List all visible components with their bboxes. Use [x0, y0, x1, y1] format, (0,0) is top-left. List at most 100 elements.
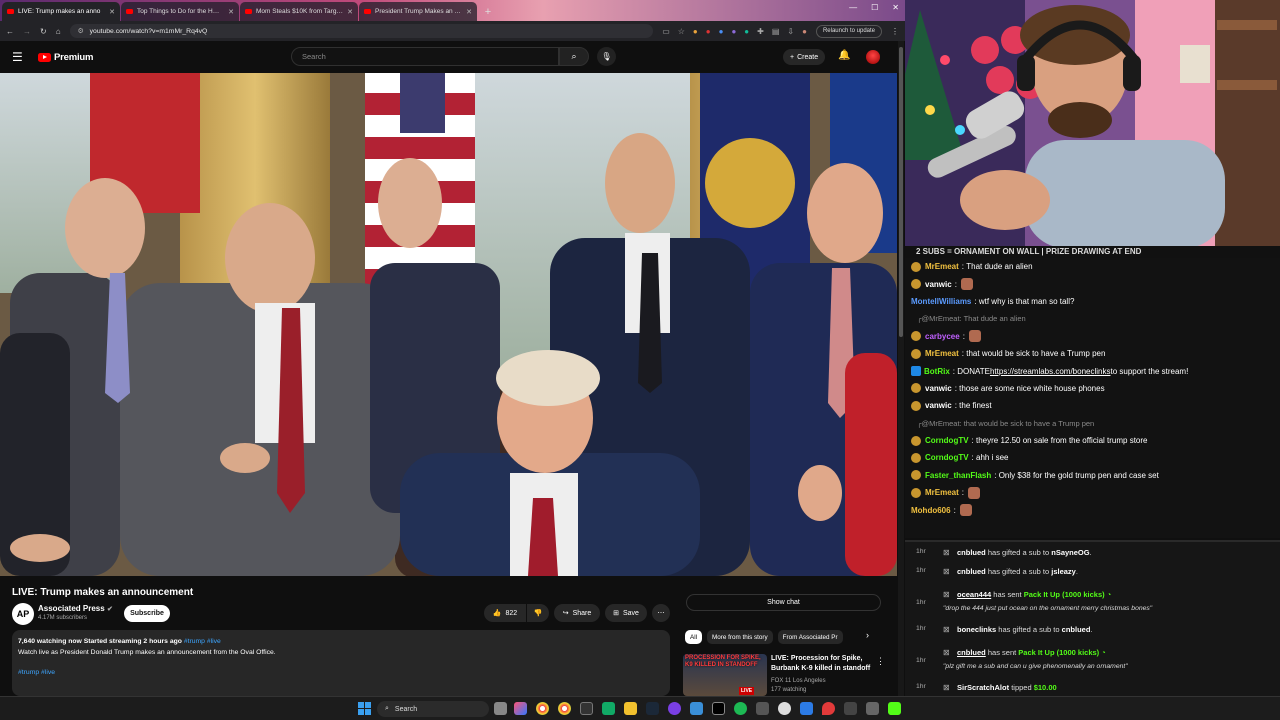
chevron-right-icon[interactable]: ›	[866, 630, 869, 640]
chip-more-from-story[interactable]: More from this story	[707, 630, 773, 644]
address-bar[interactable]: ⚙ youtube.com/watch?v=m1mMr_Rq4vQ	[69, 24, 654, 38]
app-icon[interactable]	[800, 702, 813, 715]
chat-username[interactable]: carbycee	[925, 332, 960, 341]
event-target-user[interactable]: jsleazy	[1051, 567, 1076, 576]
chrome-icon[interactable]	[536, 702, 549, 715]
subscribe-button[interactable]: Subscribe	[124, 605, 170, 622]
home-icon[interactable]: ⌂	[56, 27, 61, 36]
page-scrollbar[interactable]	[898, 41, 904, 696]
show-chat-button[interactable]: Show chat	[686, 594, 881, 611]
youtube-logo[interactable]: Premium	[38, 52, 93, 63]
back-icon[interactable]: ←	[6, 27, 14, 36]
recommended-video-title[interactable]: LIVE: Procession for Spike, Burbank K-9 …	[771, 654, 871, 674]
spotify-icon[interactable]	[734, 702, 747, 715]
chip-all[interactable]: All	[685, 630, 702, 644]
extension-icon[interactable]: ●	[706, 27, 711, 36]
chat-username[interactable]: MrEmeat	[925, 349, 959, 358]
bookmark-star-icon[interactable]: ☆	[678, 27, 685, 36]
extension-icon[interactable]: ●	[731, 27, 736, 36]
dislike-button[interactable]: 👎	[527, 604, 549, 622]
hamburger-menu-icon[interactable]: ☰	[12, 50, 32, 64]
steam-icon[interactable]	[646, 702, 659, 715]
app-icon[interactable]	[844, 702, 857, 715]
search-input[interactable]: Search	[291, 47, 559, 66]
description-hashtags[interactable]: #trump #live	[18, 667, 664, 678]
obs-icon[interactable]	[580, 702, 593, 715]
extension-icon[interactable]: ●	[693, 27, 698, 36]
chat-username[interactable]: CorndogTV	[925, 453, 969, 462]
app-icon[interactable]	[668, 702, 681, 715]
close-window-icon[interactable]: ✕	[892, 3, 899, 12]
event-username[interactable]: cnblued	[957, 567, 986, 576]
excel-icon[interactable]	[602, 702, 615, 715]
new-tab-button[interactable]: +	[481, 5, 495, 19]
recommended-channel[interactable]: FOX 11 Los Angeles	[771, 677, 826, 686]
chat-link[interactable]: https://streamlabs.com/boneclinks	[990, 367, 1111, 376]
share-button[interactable]: ↪ Share	[554, 604, 600, 622]
description-box[interactable]: 7,640 watching now Started streaming 2 h…	[12, 630, 670, 696]
windows-start-icon[interactable]	[358, 702, 371, 715]
kebab-menu-icon[interactable]: ⋮	[891, 27, 899, 36]
chat-username[interactable]: BotRix	[924, 367, 950, 376]
save-button[interactable]: ⊞ Save	[605, 604, 647, 622]
chat-username[interactable]: Faster_thanFlash	[925, 471, 991, 480]
notifications-bell-icon[interactable]: 🔔	[838, 50, 850, 61]
app-icon[interactable]	[866, 702, 879, 715]
extension-icon[interactable]: ●	[719, 27, 724, 36]
copilot-icon[interactable]	[514, 702, 527, 715]
browser-tab[interactable]: LIVE: Trump makes an anno ✕	[2, 2, 120, 21]
app-icon[interactable]	[756, 702, 769, 715]
site-info-icon[interactable]: ⚙	[78, 27, 84, 35]
reload-icon[interactable]: ↻	[40, 27, 47, 36]
browser-tab[interactable]: President Trump Makes an Ann ✕	[359, 2, 477, 21]
chrome-icon[interactable]	[558, 702, 571, 715]
close-tab-icon[interactable]: ✕	[109, 8, 115, 16]
like-button[interactable]: 👍 822	[484, 604, 526, 622]
edge-icon[interactable]	[690, 702, 703, 715]
kick-icon[interactable]	[888, 702, 901, 715]
event-username[interactable]: ocean444	[957, 590, 991, 599]
chip-from-channel[interactable]: From Associated Pr	[777, 630, 843, 644]
profile-icon[interactable]: ●	[802, 27, 807, 36]
recommended-video-thumbnail[interactable]: PROCESSION FOR SPIKE, K9 KILLED IN STAND…	[683, 654, 767, 696]
more-actions-button[interactable]: ⋯	[652, 604, 670, 622]
taskbar-search[interactable]: ⌕ Search	[377, 701, 489, 717]
forward-icon[interactable]: →	[23, 27, 31, 36]
search-button[interactable]: ⌕	[559, 47, 589, 66]
channel-name[interactable]: Associated Press ✔	[38, 604, 113, 613]
scrollbar-thumb[interactable]	[899, 47, 903, 337]
event-target-user[interactable]: cnblued	[1062, 625, 1091, 634]
chat-username[interactable]: vanwic	[925, 384, 952, 393]
event-username[interactable]: SirScratchAlot	[957, 683, 1009, 692]
download-icon[interactable]: ⇩	[787, 27, 794, 36]
recommended-more-icon[interactable]: ⋮	[876, 656, 885, 667]
close-tab-icon[interactable]: ✕	[347, 8, 353, 16]
minimize-icon[interactable]: —	[849, 3, 857, 12]
app-icon[interactable]	[778, 702, 791, 715]
stats-tags[interactable]: #trump #live	[184, 638, 221, 645]
browser-tab[interactable]: Top Things to Do for the HOLID ✕	[121, 2, 239, 21]
chat-username[interactable]: vanwic	[925, 401, 952, 410]
chat-username[interactable]: MrEmeat	[925, 488, 959, 497]
close-tab-icon[interactable]: ✕	[228, 8, 234, 16]
event-username[interactable]: cnblued	[957, 548, 986, 557]
event-username[interactable]: cnblued	[957, 648, 986, 657]
account-avatar[interactable]	[866, 50, 880, 64]
extension-icon[interactable]: ●	[744, 27, 749, 36]
event-target-user[interactable]: nSayneOG	[1051, 548, 1089, 557]
task-view-icon[interactable]	[494, 702, 507, 715]
create-button[interactable]: + Create	[783, 49, 826, 65]
puzzle-icon[interactable]: ✚	[757, 27, 764, 36]
chat-username[interactable]: MontellWilliams	[911, 297, 971, 306]
tiktok-icon[interactable]	[712, 702, 725, 715]
video-player[interactable]	[0, 73, 897, 576]
close-tab-icon[interactable]: ✕	[466, 8, 472, 16]
chat-username[interactable]: CorndogTV	[925, 436, 969, 445]
maximize-icon[interactable]: ☐	[871, 3, 878, 12]
channel-avatar[interactable]: AP	[12, 603, 34, 625]
voice-search-button[interactable]: 🎙	[597, 47, 616, 66]
file-explorer-icon[interactable]	[624, 702, 637, 715]
relaunch-button[interactable]: Relaunch to update	[815, 24, 882, 38]
maps-pin-icon[interactable]	[822, 702, 835, 715]
event-username[interactable]: boneclinks	[957, 625, 996, 634]
